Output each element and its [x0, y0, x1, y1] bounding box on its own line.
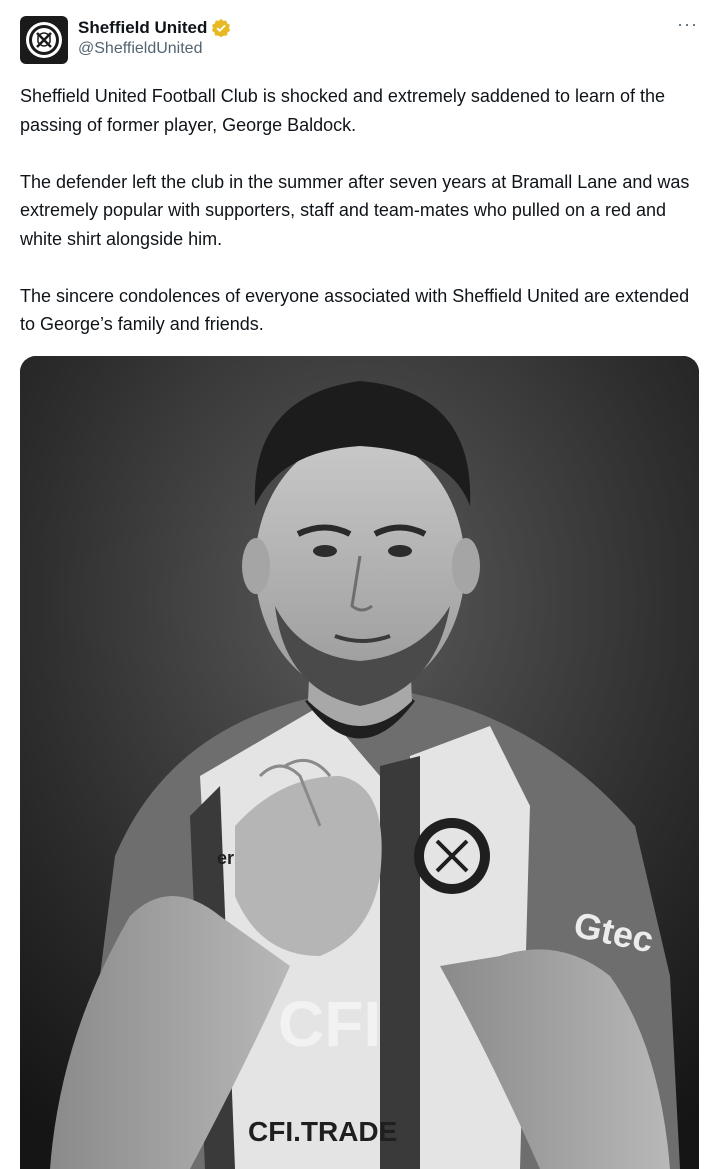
more-options-button[interactable]: ···: [677, 14, 698, 35]
tweet: Sheffield United @SheffieldUnited ··· Sh…: [0, 0, 720, 1169]
display-name-row: Sheffield United: [78, 16, 231, 40]
tweet-text: Sheffield United Football Club is shocke…: [20, 82, 702, 339]
account-handle[interactable]: @SheffieldUnited: [78, 40, 202, 58]
shirt-sponsor-text: CFI: [278, 988, 381, 1060]
shirt-sponsor-subtext: CFI.TRADE: [248, 1116, 397, 1147]
club-crest-icon: [26, 22, 62, 58]
player-photo-illustration: erreà Gtec CFI CFI.TRADE: [20, 356, 699, 1169]
tweet-paragraph: Sheffield United Football Club is shocke…: [20, 86, 666, 135]
verified-badge-icon: [212, 18, 231, 38]
tweet-paragraph: The sincere condolences of everyone asso…: [20, 285, 690, 335]
tweet-paragraph: The defender left the club in the summer…: [20, 171, 690, 249]
tweet-photo[interactable]: erreà Gtec CFI CFI.TRADE: [20, 356, 699, 1169]
account-avatar[interactable]: [20, 16, 68, 64]
display-name[interactable]: Sheffield United: [78, 18, 207, 38]
